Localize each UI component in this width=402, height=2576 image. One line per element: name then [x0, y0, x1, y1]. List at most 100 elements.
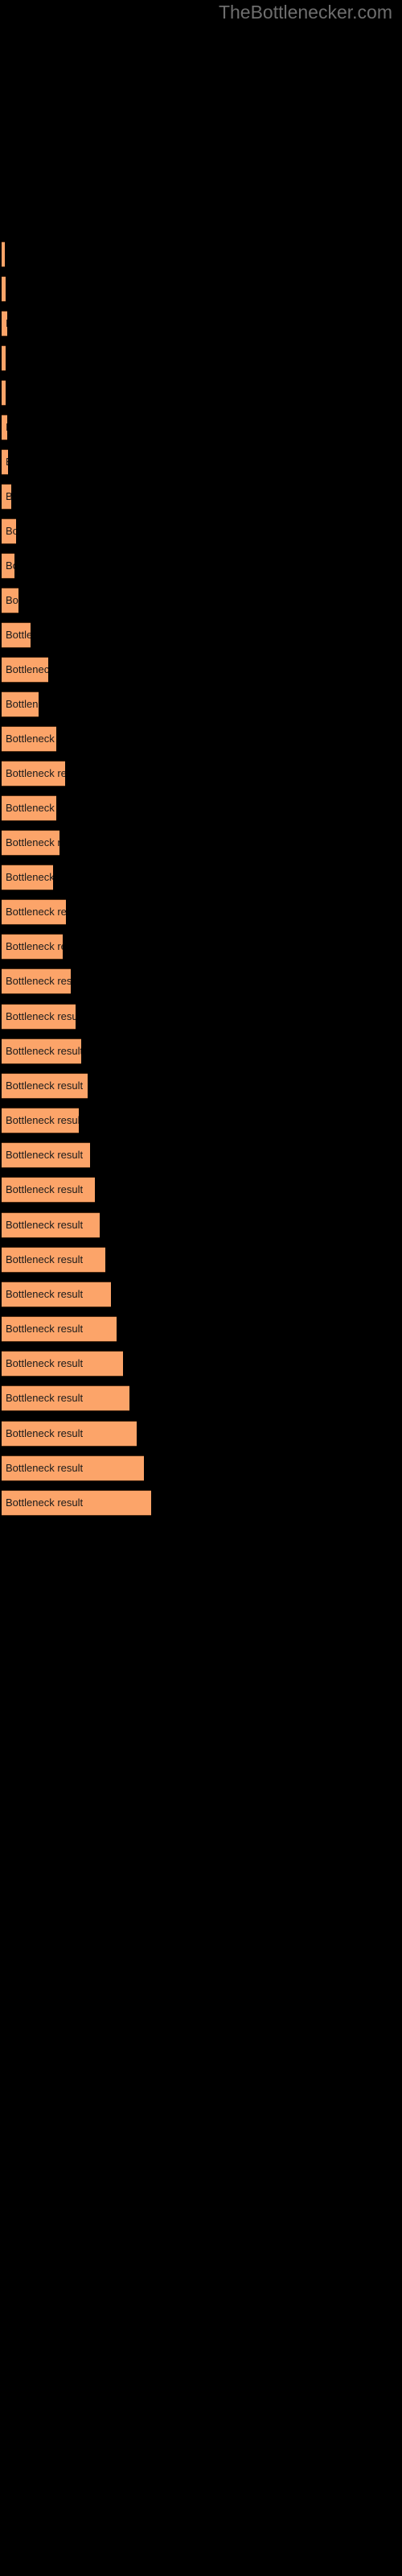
bar[interactable]: Bottleneck result [2, 1247, 105, 1273]
bar-row: Bottleneck result [0, 1455, 402, 1481]
bar-row: Bottleneck result [0, 1038, 402, 1064]
bar-row: Bottleneck result [0, 1142, 402, 1168]
bar-label: Bottleneck result [6, 1392, 84, 1404]
bar-row: Bottleneck result [0, 484, 402, 510]
bar-row: Bottleneck result [0, 345, 402, 371]
bar-label: Bottleneck result [6, 491, 11, 502]
bar-row: Bottleneck result [0, 1351, 402, 1377]
bar-row: Bottleneck result [0, 830, 402, 856]
bar-label: Bottleneck result [6, 1462, 84, 1474]
bar[interactable]: Bottleneck result [2, 622, 31, 648]
bar-row: Bottleneck result [0, 1490, 402, 1516]
bar[interactable]: Bottleneck result [2, 1490, 151, 1516]
bar-row: Bottleneck result [0, 899, 402, 925]
bar-row: Bottleneck result [0, 380, 402, 406]
bar-label: Bottleneck result [6, 422, 7, 433]
bar[interactable]: Bottleneck result [2, 242, 5, 267]
bar-label: Bottleneck result [6, 1323, 84, 1335]
bar[interactable]: Bottleneck result [2, 1108, 79, 1133]
bar-label: Bottleneck result [6, 1114, 79, 1126]
bar[interactable]: Bottleneck result [2, 1212, 100, 1238]
bar[interactable]: Bottleneck result [2, 691, 39, 717]
bar-label: Bottleneck result [6, 1219, 84, 1231]
bar-row: Bottleneck result [0, 795, 402, 821]
bar[interactable]: Bottleneck result [2, 345, 6, 371]
bar-label: Bottleneck result [6, 767, 65, 779]
bar[interactable]: Bottleneck result [2, 380, 6, 406]
bar[interactable]: Bottleneck result [2, 726, 56, 752]
bar-row: Bottleneck result [0, 242, 402, 267]
bar[interactable]: Bottleneck result [2, 830, 59, 856]
bar[interactable]: Bottleneck result [2, 1004, 76, 1030]
bar-label: Bottleneck result [6, 1010, 76, 1022]
bar[interactable]: Bottleneck result [2, 865, 53, 890]
bar[interactable]: Bottleneck result [2, 415, 7, 440]
bar[interactable]: Bottleneck result [2, 934, 63, 960]
bar[interactable]: Bottleneck result [2, 588, 18, 613]
bar-row: Bottleneck result [0, 934, 402, 960]
bar-row: Bottleneck result [0, 1177, 402, 1203]
bar-label: Bottleneck result [6, 559, 14, 572]
bar-row: Bottleneck result [0, 657, 402, 683]
bar-label: Bottleneck result [6, 698, 39, 710]
bar[interactable]: Bottleneck result [2, 1455, 144, 1481]
bar[interactable]: Bottleneck result [2, 968, 71, 994]
bar-label: Bottleneck result [6, 1253, 84, 1265]
bar-row: Bottleneck result [0, 865, 402, 890]
bar[interactable]: Bottleneck result [2, 553, 14, 579]
bar-row: Bottleneck result [0, 518, 402, 544]
bar-row: Bottleneck result [0, 726, 402, 752]
bar[interactable]: Bottleneck result [2, 1038, 81, 1064]
bar[interactable]: Bottleneck result [2, 1351, 123, 1377]
bar[interactable]: Bottleneck result [2, 1073, 88, 1099]
bar[interactable]: Bottleneck result [2, 657, 48, 683]
bar-row: Bottleneck result [0, 415, 402, 440]
bar-label: Bottleneck result [6, 1149, 84, 1161]
site-watermark: TheBottlenecker.com [218, 2, 392, 23]
bar-label: Bottleneck result [6, 318, 7, 329]
bar[interactable]: Bottleneck result [2, 1177, 95, 1203]
bar-row: Bottleneck result [0, 1316, 402, 1342]
bar-label: Bottleneck result [6, 594, 18, 606]
bar-row: Bottleneck result [0, 1247, 402, 1273]
bar-row: Bottleneck result [0, 622, 402, 648]
bar-label: Bottleneck result [6, 940, 63, 952]
bar-row: Bottleneck result [0, 1282, 402, 1307]
bar[interactable]: Bottleneck result [2, 899, 66, 925]
bar[interactable]: Bottleneck result [2, 1421, 137, 1447]
bar[interactable]: Bottleneck result [2, 449, 8, 475]
bar-label: Bottleneck result [6, 1288, 84, 1300]
bar-chart-plot-area: Bottleneck result Bottleneck result Bottle… [0, 113, 402, 2576]
bar-row: Bottleneck result [0, 1421, 402, 1447]
bar-row: Bottleneck result [0, 1004, 402, 1030]
bar-row: Bottleneck result [0, 588, 402, 613]
bar-row: Bottleneck result [0, 276, 402, 302]
bar[interactable]: Bottleneck result [2, 1385, 129, 1411]
bar-row: Bottleneck result [0, 691, 402, 717]
bar-row: Bottleneck result [0, 311, 402, 336]
bottleneck-chart-page: TheBottlenecker.com Bottleneck resultBot… [0, 0, 402, 2576]
bar-label: Bottleneck result [6, 975, 71, 987]
bar-row: Bottleneck result [0, 1073, 402, 1099]
bar-row: Bottleneck result [0, 553, 402, 579]
bar-label: Bottleneck result [6, 906, 66, 918]
bar[interactable]: Bottleneck result [2, 311, 7, 336]
bar[interactable]: Bottleneck result [2, 484, 11, 510]
bar-label: Bottleneck result [6, 1496, 84, 1509]
bar-row: Bottleneck result [0, 1385, 402, 1411]
bar-row: Bottleneck result [0, 968, 402, 994]
bar-label: Bottleneck result [6, 1427, 84, 1439]
bar-label: Bottleneck result [6, 629, 31, 641]
bar-label: Bottleneck result [6, 456, 8, 468]
bar-row: Bottleneck result [0, 1108, 402, 1133]
bar-row: Bottleneck result [0, 761, 402, 786]
bar[interactable]: Bottleneck result [2, 276, 6, 302]
bar[interactable]: Bottleneck result [2, 518, 16, 544]
bar[interactable]: Bottleneck result [2, 795, 56, 821]
bar[interactable]: Bottleneck result [2, 1316, 117, 1342]
bar[interactable]: Bottleneck result [2, 761, 65, 786]
bar[interactable]: Bottleneck result [2, 1282, 111, 1307]
bar-label: Bottleneck result [6, 836, 59, 848]
bar[interactable]: Bottleneck result [2, 1142, 90, 1168]
bar-label: Bottleneck result [6, 802, 56, 814]
